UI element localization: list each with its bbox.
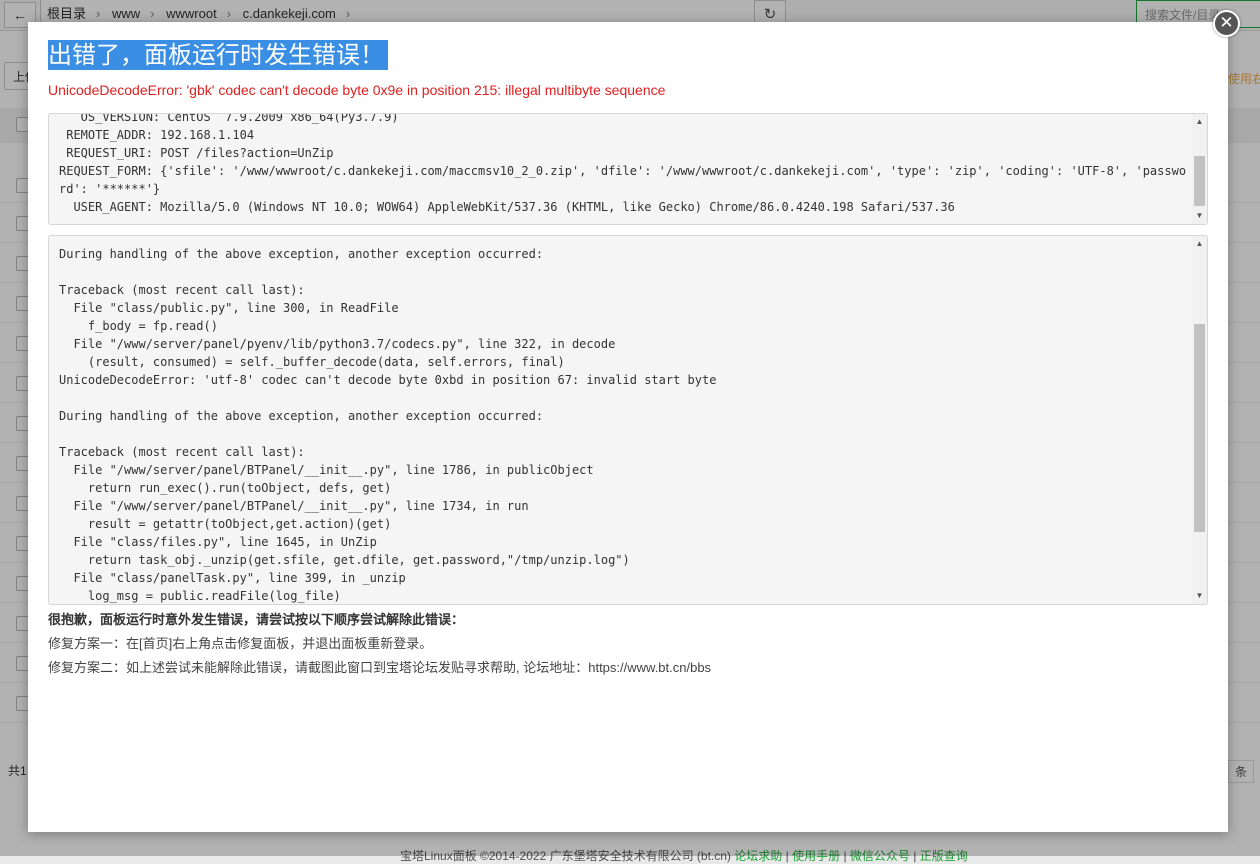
- traceback-line: result = getattr(toObject,get.action)(ge…: [59, 517, 392, 531]
- error-title: 出错了，面板运行时发生错误！: [48, 40, 388, 70]
- scroll-down-icon[interactable]: ▼: [1192, 588, 1207, 604]
- traceback-line: return run_exec().run(toObject, defs, ge…: [59, 481, 392, 495]
- scroll-thumb[interactable]: [1194, 156, 1205, 206]
- traceback-line: File "class/files.py", line 1645, in UnZ…: [59, 535, 377, 549]
- close-button[interactable]: ✕: [1213, 10, 1240, 37]
- traceback-line: File "class/panelTask.py", line 399, in …: [59, 571, 406, 585]
- close-icon: ✕: [1219, 13, 1234, 32]
- scroll-up-icon[interactable]: ▲: [1192, 114, 1207, 130]
- traceback-line: During handling of the above exception, …: [59, 409, 544, 423]
- help-step-1: 修复方案一：在[首页]右上角点击修复面板，并退出面板重新登录。: [48, 636, 433, 651]
- traceback-line: (result, consumed) = self._buffer_decode…: [59, 355, 565, 369]
- request-info-box[interactable]: OS_VERSION: CentOS 7.9.2009 x86_64(Py3.7…: [48, 113, 1208, 225]
- traceback-line: File "/www/server/panel/BTPanel/__init__…: [59, 463, 594, 477]
- traceback-line: UnicodeDecodeError: 'utf-8' codec can't …: [59, 373, 717, 387]
- scroll-thumb[interactable]: [1194, 324, 1205, 532]
- request-info-text: OS_VERSION: CentOS 7.9.2009 x86_64(Py3.7…: [59, 113, 1187, 216]
- request-info-line: USER_AGENT: Mozilla/5.0 (Windows NT 10.0…: [59, 200, 955, 214]
- traceback-line: [59, 389, 716, 407]
- request-info-line: REMOTE_ADDR: 192.168.1.104: [59, 128, 255, 142]
- request-info-scrollbar[interactable]: ▲ ▼: [1192, 114, 1207, 224]
- help-step-2: 修复方案二：如上述尝试未能解除此错误，请截图此窗口到宝塔论坛发贴寻求帮助, 论坛…: [48, 660, 712, 675]
- traceback-line: File "/www/server/panel/pyenv/lib/python…: [59, 337, 616, 351]
- error-message: UnicodeDecodeError: 'gbk' codec can't de…: [48, 82, 666, 98]
- traceback-line: Traceback (most recent call last):: [59, 283, 305, 297]
- scroll-down-icon[interactable]: ▼: [1192, 208, 1207, 224]
- traceback-line: File "class/public.py", line 300, in Rea…: [59, 301, 399, 315]
- traceback-line: log_msg = public.readFile(log_file): [59, 589, 341, 603]
- traceback-box[interactable]: During handling of the above exception, …: [48, 235, 1208, 605]
- help-title: 很抱歉，面板运行时意外发生错误，请尝试按以下顺序尝试解除此错误：: [48, 612, 465, 627]
- traceback-line: Traceback (most recent call last):: [59, 445, 305, 459]
- request-info-line: rd': '******'}: [59, 182, 161, 196]
- traceback-line: return task_obj._unzip(get.sfile, get.df…: [59, 553, 630, 567]
- traceback-line: File "/www/server/panel/BTPanel/__init__…: [59, 499, 529, 513]
- traceback-line: [59, 425, 716, 443]
- traceback-line: f_body = fp.read(): [59, 319, 218, 333]
- request-info-line: REQUEST_URI: POST /files?action=UnZip: [59, 146, 334, 160]
- traceback-line: [59, 263, 716, 281]
- request-info-line: OS_VERSION: CentOS 7.9.2009 x86_64(Py3.7…: [59, 113, 399, 124]
- traceback-text: During handling of the above exception, …: [59, 245, 717, 604]
- scroll-up-icon[interactable]: ▲: [1192, 236, 1207, 252]
- traceback-scrollbar[interactable]: ▲ ▼: [1192, 236, 1207, 604]
- request-info-line: REQUEST_FORM: {'sfile': '/www/wwwroot/c.…: [59, 164, 1187, 178]
- traceback-line: During handling of the above exception, …: [59, 247, 544, 261]
